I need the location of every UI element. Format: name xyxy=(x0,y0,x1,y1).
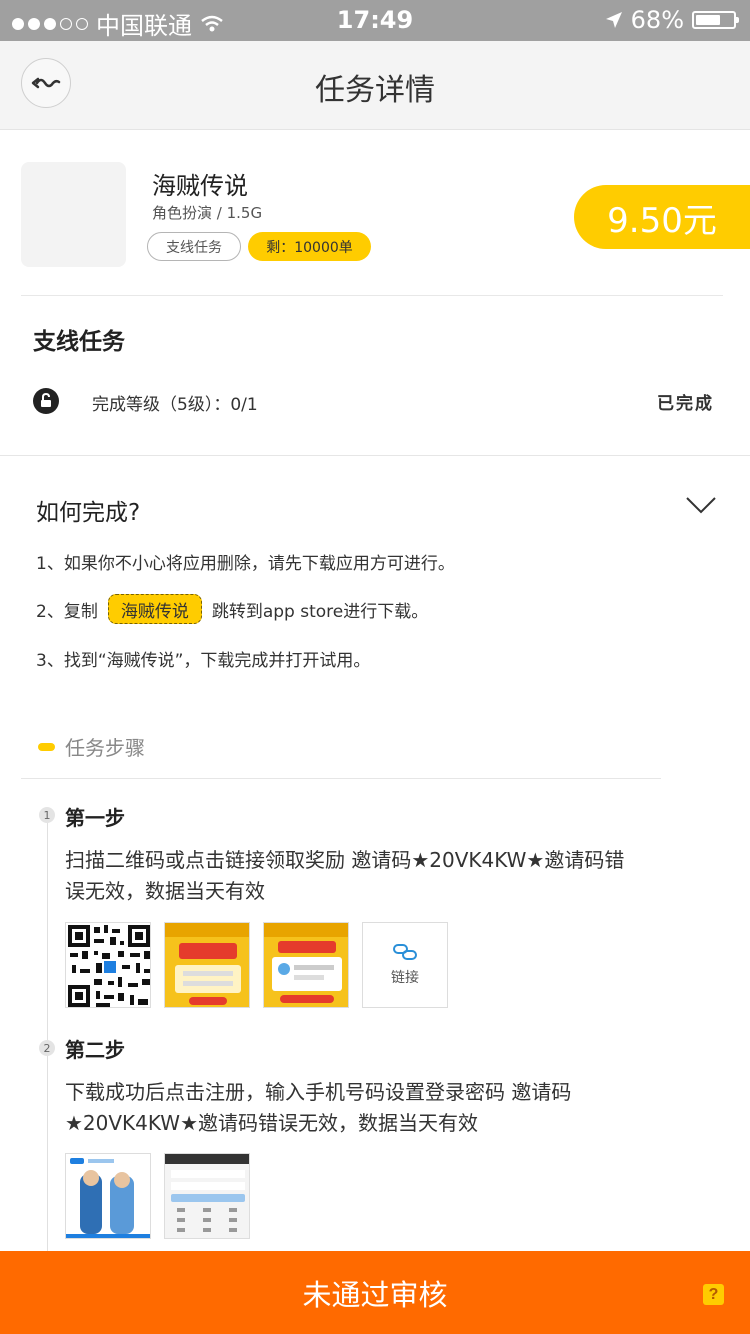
instruction-2-suffix: 跳转到app store进行下载。 xyxy=(211,601,429,622)
review-status-bar[interactable]: 未通过审核 xyxy=(0,1251,750,1334)
instruction-1: 1、如果你不小心将应用删除，请先下载应用方可进行。 xyxy=(36,554,455,574)
screenshot-thumbnail[interactable] xyxy=(164,922,250,1008)
divider xyxy=(0,455,750,456)
step-description: 下载成功后点击注册，输入手机号码设置登录密码 邀请码★20VK4KW★邀请码错误… xyxy=(65,1080,572,1135)
status-bar: 中国联通 17:49 68% xyxy=(0,0,750,41)
divider xyxy=(21,295,723,296)
app-name: 海贼传说 xyxy=(152,172,248,200)
branch-task-title: 支线任务 xyxy=(33,329,125,355)
battery-percent: 68% xyxy=(630,6,684,34)
nav-bar: 任务详情 xyxy=(0,41,750,130)
task-steps-label: 任务步骤 xyxy=(65,736,145,760)
instruction-2: 2、复制 海贼传说 跳转到app store进行下载。 xyxy=(36,594,428,624)
step-description: 扫描二维码或点击链接领取奖励 邀请码★20VK4KW★邀请码错误无效，数据当天有… xyxy=(65,848,625,903)
screenshot-thumbnail[interactable] xyxy=(65,1153,151,1239)
unlock-icon xyxy=(33,388,59,414)
status-right: 68% xyxy=(605,6,739,34)
task-steps-header: 任务步骤 xyxy=(38,732,145,761)
screenshot-thumbnail[interactable] xyxy=(164,1153,250,1239)
app-card: 海贼传说 角色扮演 / 1.5G 支线任务 剩：10000单 9.50元 xyxy=(0,130,750,296)
page-title: 任务详情 xyxy=(315,73,435,108)
divider xyxy=(21,778,661,779)
instruction-3: 3、找到“海贼传说”，下载完成并打开试用。 xyxy=(36,651,371,671)
step-timeline xyxy=(47,812,48,1252)
step-number: 2 xyxy=(39,1040,55,1056)
review-status-label: 未通过审核 xyxy=(302,1277,448,1312)
completed-status: 已完成 xyxy=(657,394,714,414)
copy-app-name-button[interactable]: 海贼传说 xyxy=(107,594,202,624)
help-icon[interactable]: ? xyxy=(703,1284,724,1305)
app-meta: 角色扮演 / 1.5G xyxy=(152,204,263,222)
link-icon xyxy=(393,944,417,960)
level-progress: 完成等级（5级）：0/1 xyxy=(92,395,258,415)
link-label: 链接 xyxy=(391,970,419,986)
how-to-complete-title: 如何完成? xyxy=(36,500,141,526)
qr-code-image[interactable] xyxy=(65,922,151,1008)
reward-link-button[interactable]: 链接 xyxy=(362,922,448,1008)
location-arrow-icon xyxy=(605,12,622,28)
instruction-2-prefix: 2、复制 xyxy=(36,601,98,622)
section-marker xyxy=(38,742,55,751)
screenshot-thumbnail[interactable] xyxy=(263,922,349,1008)
task-type-badge: 支线任务 xyxy=(147,232,241,261)
app-icon xyxy=(21,162,126,267)
step-number: 1 xyxy=(39,807,55,823)
remaining-badge: 剩：10000单 xyxy=(248,232,371,261)
step-title: 第二步 xyxy=(65,1038,125,1062)
step-title: 第一步 xyxy=(65,806,125,830)
battery-icon xyxy=(692,11,739,29)
chevron-down-icon[interactable] xyxy=(685,494,717,516)
reward-price: 9.50元 xyxy=(574,185,750,249)
